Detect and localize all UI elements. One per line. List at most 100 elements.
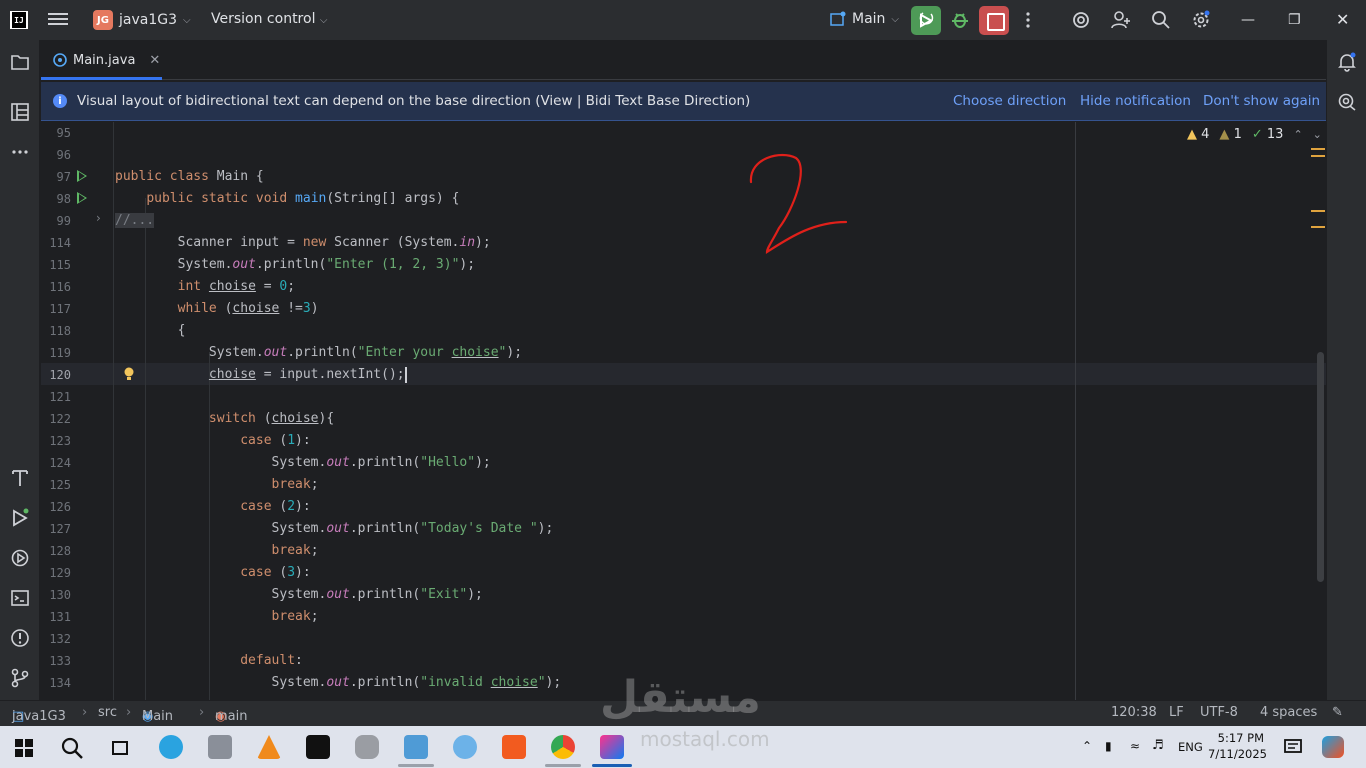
- line-number[interactable]: 132: [41, 632, 71, 646]
- line-number[interactable]: 129: [41, 566, 71, 580]
- tab-main-java[interactable]: Main.java ✕: [41, 40, 162, 80]
- camera-app-icon[interactable]: [208, 735, 232, 759]
- code-line[interactable]: {: [115, 320, 186, 342]
- chrome-icon[interactable]: [551, 735, 575, 759]
- line-number[interactable]: 116: [41, 280, 71, 294]
- fold-expand-icon[interactable]: ›: [96, 211, 101, 225]
- code-line[interactable]: choise = input.nextInt();: [115, 364, 407, 386]
- line-number[interactable]: 119: [41, 346, 71, 360]
- battery-icon[interactable]: ▮: [1105, 739, 1112, 753]
- line-number[interactable]: 115: [41, 258, 71, 272]
- code-line[interactable]: System.out.println("Enter (1, 2, 3)");: [115, 254, 475, 276]
- line-number[interactable]: 134: [41, 676, 71, 690]
- main-menu-icon[interactable]: [48, 10, 68, 30]
- version-control-menu[interactable]: Version control ⌵: [211, 11, 328, 27]
- text-tool-icon[interactable]: [10, 468, 30, 488]
- code-line[interactable]: public static void main(String[] args) {: [115, 188, 459, 210]
- vertical-scrollbar[interactable]: [1317, 352, 1324, 582]
- line-number[interactable]: 99: [41, 214, 71, 228]
- vlc-icon[interactable]: [257, 735, 281, 759]
- code-editor[interactable]: 95 96 97 98 99 114 115 116 117 118 119 120 121 122 123…: [41, 122, 1326, 700]
- code-line[interactable]: Scanner input = new Scanner (System.in);: [115, 232, 491, 254]
- problems-icon[interactable]: [10, 628, 30, 648]
- code-line[interactable]: System.out.println("Today's Date ");: [115, 518, 554, 540]
- scroll-warning-marker[interactable]: [1311, 226, 1325, 228]
- notifications-bell-icon[interactable]: [1337, 52, 1357, 72]
- search-icon[interactable]: [60, 736, 84, 760]
- lightbulb-icon[interactable]: [123, 366, 135, 382]
- structure-icon[interactable]: [10, 102, 30, 122]
- more-tools-icon[interactable]: [10, 142, 30, 162]
- project-folder-icon[interactable]: [10, 52, 30, 72]
- intellij-taskbar-icon[interactable]: [600, 735, 624, 759]
- close-window-button[interactable]: ✕: [1336, 10, 1349, 29]
- code-line[interactable]: break;: [115, 474, 319, 496]
- minimize-button[interactable]: —: [1241, 12, 1255, 28]
- search-icon[interactable]: [1151, 10, 1171, 30]
- line-number[interactable]: 130: [41, 588, 71, 602]
- run-gutter-icon[interactable]: [77, 192, 87, 204]
- line-number[interactable]: 124: [41, 456, 71, 470]
- stop-button[interactable]: [979, 6, 1009, 35]
- capcut-icon[interactable]: [306, 735, 330, 759]
- wifi-icon[interactable]: ≈: [1130, 739, 1140, 753]
- project-selector[interactable]: JG java1G3 ⌵: [93, 10, 191, 30]
- scroll-warning-marker[interactable]: [1311, 155, 1325, 157]
- code-line[interactable]: break;: [115, 540, 319, 562]
- brave-browser-icon[interactable]: [502, 735, 526, 759]
- line-number[interactable]: 117: [41, 302, 71, 316]
- code-line[interactable]: System.out.println("Enter your choise");: [115, 342, 522, 364]
- copilot-icon[interactable]: [1322, 736, 1344, 758]
- code-line[interactable]: //...: [115, 210, 155, 232]
- notes-app-icon[interactable]: [404, 735, 428, 759]
- restore-button[interactable]: ❐: [1288, 12, 1301, 28]
- line-number[interactable]: 97: [41, 170, 71, 184]
- close-tab-icon[interactable]: ✕: [149, 53, 160, 68]
- code-line[interactable]: switch (choise){: [115, 408, 334, 430]
- git-branch-icon[interactable]: [10, 668, 30, 688]
- breadcrumb-src[interactable]: src: [98, 705, 117, 720]
- weak-warnings-count[interactable]: ▲ 1: [1219, 127, 1241, 142]
- code-line[interactable]: case (3):: [115, 562, 310, 584]
- rerun-button[interactable]: [911, 6, 941, 35]
- add-user-icon[interactable]: [1111, 10, 1131, 30]
- scroll-warning-marker[interactable]: [1311, 148, 1325, 150]
- line-number[interactable]: 118: [41, 324, 71, 338]
- dont-show-again-link[interactable]: Don't show again: [1203, 93, 1320, 109]
- task-view-icon[interactable]: [110, 738, 130, 758]
- code-line[interactable]: case (2):: [115, 496, 310, 518]
- notification-center-icon[interactable]: [1284, 738, 1302, 756]
- code-line[interactable]: System.out.println("Hello");: [115, 452, 491, 474]
- code-line[interactable]: System.out.println("invalid choise");: [115, 672, 562, 694]
- indent-setting[interactable]: 4 spaces: [1260, 705, 1317, 720]
- debug-button[interactable]: [950, 10, 970, 30]
- caret-position[interactable]: 120:38: [1111, 705, 1157, 720]
- typos-count[interactable]: ✓ 13: [1252, 127, 1284, 142]
- file-encoding[interactable]: UTF-8: [1200, 705, 1238, 720]
- line-number-gutter[interactable]: 95 96 97 98 99 114 115 116 117 118 119 120 121 122 123…: [41, 122, 113, 700]
- ai-chat-icon[interactable]: [1337, 92, 1357, 112]
- line-number[interactable]: 133: [41, 654, 71, 668]
- microphone-app-icon[interactable]: [355, 735, 379, 759]
- terminal-icon[interactable]: [10, 588, 30, 608]
- line-number[interactable]: 96: [41, 148, 71, 162]
- paint-app-icon[interactable]: [453, 735, 477, 759]
- telegram-icon[interactable]: [159, 735, 183, 759]
- code-line[interactable]: case (1):: [115, 430, 310, 452]
- run-gutter-icon[interactable]: [77, 170, 87, 182]
- line-number[interactable]: 123: [41, 434, 71, 448]
- windows-start-icon[interactable]: [15, 739, 33, 757]
- line-number[interactable]: 126: [41, 500, 71, 514]
- code-line[interactable]: System.out.println("Exit");: [115, 584, 483, 606]
- line-number[interactable]: 131: [41, 610, 71, 624]
- volume-icon[interactable]: ♬: [1152, 738, 1164, 753]
- line-number[interactable]: 95: [41, 126, 71, 140]
- system-clock[interactable]: 5:17 PM 7/11/2025: [1208, 730, 1267, 762]
- line-number[interactable]: 120: [41, 368, 71, 382]
- chevron-down-icon[interactable]: ⌄: [1313, 128, 1322, 141]
- line-number[interactable]: 114: [41, 236, 71, 250]
- run-configuration-selector[interactable]: Main ⌵: [830, 11, 899, 27]
- show-hidden-icons-chevron[interactable]: ⌃: [1082, 739, 1092, 753]
- code-line[interactable]: break;: [115, 606, 319, 628]
- line-separator[interactable]: LF: [1169, 705, 1184, 720]
